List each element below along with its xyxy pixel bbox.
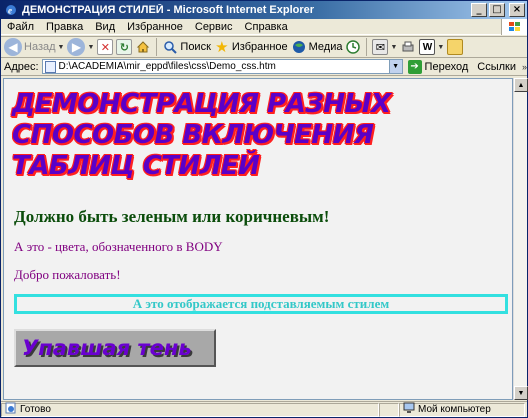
print-icon[interactable] xyxy=(400,39,416,55)
svg-text:e: e xyxy=(8,6,12,16)
menu-tools[interactable]: Сервис xyxy=(189,21,239,33)
edit-button[interactable]: W ▼ xyxy=(419,39,444,55)
ie-icon: e xyxy=(4,3,18,17)
favorites-label: Избранное xyxy=(231,41,288,53)
drop-shadow-box: Упавшая тень xyxy=(14,329,216,367)
status-zone: Мой компьютер xyxy=(399,402,525,417)
favorites-button[interactable]: ★ Избранное xyxy=(214,39,288,56)
chevrons-right-icon[interactable]: » xyxy=(522,62,527,72)
page-icon xyxy=(44,60,56,73)
zone-text: Мой компьютер xyxy=(418,404,491,415)
page-content: ДЕМОНСТРАЦИЯ РАЗНЫХ СПОСОБОВ ВКЛЮЧЕНИЯ Т… xyxy=(3,78,513,400)
menu-favorites[interactable]: Избранное xyxy=(121,21,189,33)
chevron-down-icon: ▼ xyxy=(390,43,398,51)
go-label: Переход xyxy=(424,60,469,73)
inline-style-box: А это отображается подставляемым стилем xyxy=(14,294,508,314)
forward-button[interactable]: ▶ ▼ xyxy=(67,38,94,56)
back-arrow-icon: ◀ xyxy=(4,38,22,56)
page-heading: ДЕМОНСТРАЦИЯ РАЗНЫХ СПОСОБОВ ВКЛЮЧЕНИЯ Т… xyxy=(12,89,482,182)
window-title: ДЕМОНСТРАЦИЯ СТИЛЕЙ - Microsoft Internet… xyxy=(22,4,315,16)
links-button[interactable]: Ссылки xyxy=(477,61,516,73)
heading-line-1: ДЕМОНСТРАЦИЯ РАЗНЫХ xyxy=(12,89,391,119)
address-value: D:\ACADEMIA\mir_eppd\files\css\Demo_css.… xyxy=(58,61,276,72)
forward-arrow-icon: ▶ xyxy=(67,38,86,56)
address-bar: Адрес: D:\ACADEMIA\mir_eppd\files\css\De… xyxy=(1,58,527,76)
toolbar-separator xyxy=(156,38,158,56)
chevron-down-icon: ▼ xyxy=(437,43,445,51)
menu-file[interactable]: Файл xyxy=(1,21,40,33)
status-text: Готово xyxy=(20,404,51,415)
word-icon: W xyxy=(419,39,436,55)
computer-icon xyxy=(403,402,415,417)
mail-icon: ✉ xyxy=(372,39,389,55)
chevron-down-icon: ▼ xyxy=(87,43,95,51)
heading-line-2: СПОСОБОВ ВКЛЮЧЕНИЯ xyxy=(12,120,374,150)
status-bar: Готово Мой компьютер xyxy=(1,401,527,417)
address-dropdown-icon[interactable]: ▼ xyxy=(388,60,402,73)
messenger-icon[interactable] xyxy=(447,39,464,55)
green-heading: Должно быть зеленым или коричневым! xyxy=(14,207,330,226)
scroll-up-icon[interactable]: ▲ xyxy=(514,78,528,92)
minimize-button[interactable]: _ xyxy=(471,3,487,17)
status-main: Готово xyxy=(1,402,379,417)
star-icon: ★ xyxy=(215,39,229,56)
address-input[interactable]: D:\ACADEMIA\mir_eppd\files\css\Demo_css.… xyxy=(41,59,403,74)
stop-icon[interactable]: ✕ xyxy=(97,39,114,55)
menu-help[interactable]: Справка xyxy=(239,21,294,33)
menu-edit[interactable]: Правка xyxy=(40,21,89,33)
search-label: Поиск xyxy=(180,41,211,53)
menu-view[interactable]: Вид xyxy=(89,21,121,33)
refresh-icon[interactable]: ↻ xyxy=(116,39,133,55)
drop-shadow-text: Упавшая тень xyxy=(22,336,192,360)
address-label: Адрес: xyxy=(4,60,39,73)
home-icon[interactable] xyxy=(135,39,151,55)
windows-logo-icon xyxy=(501,18,527,35)
toolbar-separator xyxy=(366,38,368,56)
status-cell xyxy=(379,402,399,417)
back-label: Назад xyxy=(24,41,56,53)
maximize-button[interactable]: □ xyxy=(489,3,505,17)
go-arrow-icon: ➔ xyxy=(407,59,422,74)
go-button[interactable]: ➔ Переход xyxy=(407,59,469,74)
standard-toolbar: ◀ Назад ▼ ▶ ▼ ✕ ↻ Поиск ★ Избранное Меди… xyxy=(1,36,527,58)
welcome-text: Добро пожаловать! xyxy=(14,267,121,282)
page-done-icon xyxy=(5,402,17,417)
close-button[interactable]: × xyxy=(509,3,525,17)
media-label: Медиа xyxy=(308,41,343,53)
media-icon xyxy=(291,39,307,55)
media-button[interactable]: Медиа xyxy=(291,39,343,55)
mail-button[interactable]: ✉ ▼ xyxy=(372,39,397,55)
back-button[interactable]: ◀ Назад ▼ xyxy=(4,38,64,56)
chevron-down-icon: ▼ xyxy=(57,43,65,51)
body-color-text: А это - цвета, обозначенного в BODY xyxy=(14,239,223,254)
title-bar: e ДЕМОНСТРАЦИЯ СТИЛЕЙ - Microsoft Intern… xyxy=(1,1,527,19)
history-icon[interactable] xyxy=(345,39,361,55)
menu-bar: Файл Правка Вид Избранное Сервис Справка xyxy=(1,18,527,35)
search-icon xyxy=(162,39,178,55)
vertical-scrollbar[interactable]: ▲ ▼ xyxy=(513,78,528,400)
heading-line-3: ТАБЛИЦ СТИЛЕЙ xyxy=(12,151,260,181)
browser-window: e ДЕМОНСТРАЦИЯ СТИЛЕЙ - Microsoft Intern… xyxy=(0,0,528,418)
scroll-down-icon[interactable]: ▼ xyxy=(514,386,528,400)
search-button[interactable]: Поиск xyxy=(162,39,211,55)
